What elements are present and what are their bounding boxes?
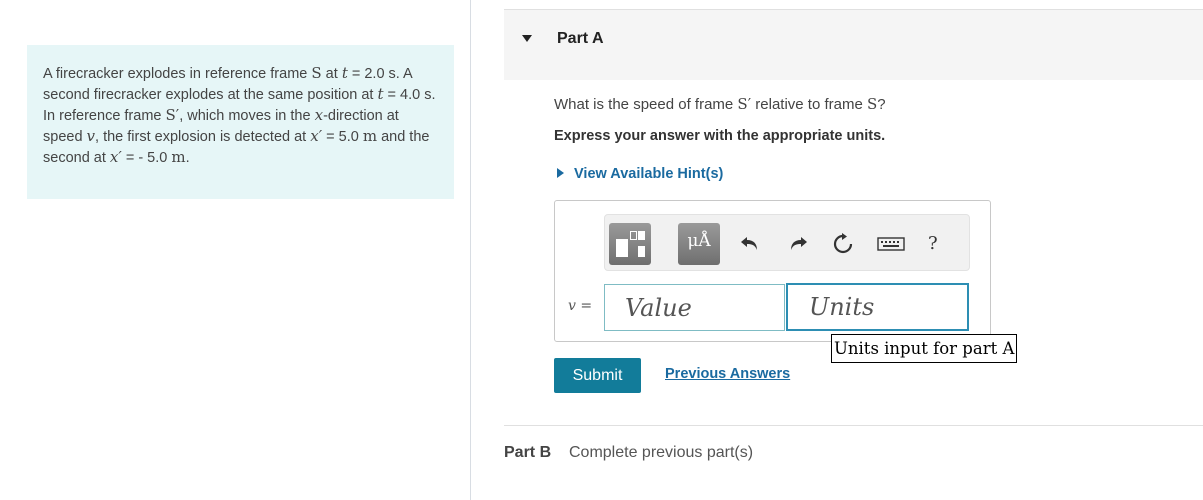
column-divider [470, 0, 471, 500]
part-b-top-border [504, 425, 1203, 426]
part-b-status: Complete previous part(s) [569, 444, 754, 461]
problem-statement: A firecracker explodes in reference fram… [27, 45, 454, 199]
part-a-header[interactable] [504, 10, 1203, 80]
part-a-title: Part A [557, 30, 604, 47]
variable-label: v = [568, 298, 593, 314]
view-hints-link[interactable]: View Available Hint(s) [574, 166, 723, 182]
redo-icon[interactable] [786, 232, 810, 256]
units-icon[interactable]: μÅ [678, 223, 720, 265]
problem-text: , the first explosion is detected at [95, 129, 311, 145]
part-b-label: Part B [504, 444, 552, 461]
question-mid: relative to frame [751, 96, 867, 113]
units-tooltip: Units input for part A [831, 334, 1018, 363]
units-button-label: μÅ [687, 231, 711, 251]
math-symbol: x [314, 106, 324, 124]
question-post: ? [877, 96, 886, 113]
frame-prime-symbol: S′ [737, 95, 752, 113]
collapse-caret-icon[interactable] [522, 35, 532, 42]
templates-icon[interactable] [609, 223, 651, 265]
problem-text: A firecracker explodes in reference fram… [43, 66, 312, 82]
units-input[interactable] [786, 283, 969, 331]
math-symbol: S [311, 64, 322, 82]
frame-symbol: S [867, 95, 878, 113]
undo-icon[interactable] [738, 232, 762, 256]
reset-icon[interactable] [831, 232, 855, 256]
problem-text: , which moves in the [179, 108, 315, 124]
math-symbol: S′ [165, 106, 180, 124]
problem-text: = - 5.0 [121, 150, 172, 166]
question-pre: What is the speed of frame [554, 96, 738, 113]
value-input[interactable] [604, 284, 785, 331]
keyboard-icon[interactable] [877, 232, 905, 256]
math-symbol: v [86, 127, 96, 145]
hint-expand-caret-icon[interactable] [557, 168, 564, 178]
math-symbol: x′ [310, 127, 323, 145]
submit-button[interactable]: Submit [554, 358, 641, 393]
left-column: A firecracker explodes in reference fram… [0, 0, 470, 500]
problem-text: . [185, 150, 190, 166]
help-icon[interactable]: ? [928, 233, 938, 254]
math-symbol: x′ [109, 148, 122, 166]
problem-text: at [321, 66, 342, 82]
problem-text: = 5.0 [322, 129, 363, 145]
previous-answers-link[interactable]: Previous Answers [665, 366, 790, 382]
question-text: What is the speed of frame S′ relative t… [554, 95, 886, 113]
math-symbol: m [171, 148, 186, 166]
answer-instruction: Express your answer with the appropriate… [554, 128, 886, 144]
math-symbol: m [362, 127, 378, 145]
